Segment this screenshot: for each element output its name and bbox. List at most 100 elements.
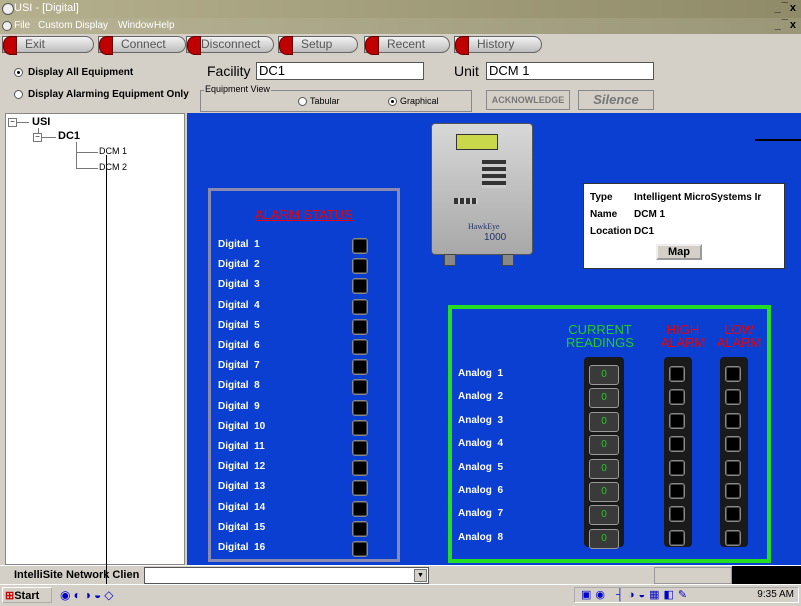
display-alarming-label: Display Alarming Equipment Only xyxy=(28,89,189,100)
setup-button[interactable]: Setup xyxy=(278,36,358,55)
digital-label: Digital 5 xyxy=(218,319,260,331)
low-alarm-indicator xyxy=(725,459,741,476)
analog-label: Analog 1 xyxy=(458,368,504,379)
tree-unit-dcm2[interactable]: DCM 2 xyxy=(99,162,127,172)
collapse-icon[interactable]: − xyxy=(8,118,17,127)
history-button[interactable]: History xyxy=(454,36,542,55)
digital-alarm-indicator xyxy=(352,460,368,477)
display-all-radio[interactable] xyxy=(14,68,23,77)
digital-alarm-indicator xyxy=(352,480,368,497)
digital-label: Digital 10 xyxy=(218,420,266,432)
hawkeye-device-image: HawkEye 1000 xyxy=(431,123,533,266)
current-reading-value: 0 xyxy=(589,365,619,385)
digital-alarm-indicator xyxy=(352,359,368,376)
window-title: USI - [Digital] xyxy=(14,2,79,14)
acknowledge-button[interactable]: ACKNOWLEDGE xyxy=(486,90,570,110)
digital-label: Digital 16 xyxy=(218,542,266,553)
mdi-window-controls[interactable]: _ ̅ x xyxy=(775,19,797,31)
analog-label: Analog 8 xyxy=(458,531,504,543)
current-readings-header: CURRENT READINGS xyxy=(566,322,634,350)
facility-field[interactable]: DC1 xyxy=(256,62,424,80)
analog-label: Analog 5 xyxy=(458,461,504,473)
app-icon[interactable] xyxy=(2,3,14,15)
digital-label: Digital 8 xyxy=(218,380,260,392)
current-reading-value: 0 xyxy=(589,458,619,479)
silence-button[interactable]: Silence xyxy=(578,90,654,110)
menu-window[interactable]: Window xyxy=(118,20,154,31)
text-cursor xyxy=(106,155,107,605)
high-alarm-indicator xyxy=(669,506,685,523)
device-foot xyxy=(502,254,514,266)
system-tray: ▣◉ ┤◑◒▦◧✎ 9:35 AM xyxy=(574,587,799,603)
alarm-status-panel: ALARM STATUS Digital 1 Digital 2 Digital 3… xyxy=(208,188,400,562)
high-alarm-indicator xyxy=(669,459,685,476)
tree-unit-dcm1[interactable]: DCM 1 xyxy=(99,146,127,156)
digital-alarm-indicator xyxy=(352,440,368,456)
taskbar: ⊞Start ◉◐◑◒◇ ▣◉ ┤◑◒▦◧✎ 9:35 AM xyxy=(0,584,801,606)
digital-alarm-indicator xyxy=(352,318,368,335)
device-foot xyxy=(444,254,456,266)
low-alarm-indicator xyxy=(725,366,741,382)
status-pane xyxy=(654,567,732,584)
connect-button-label: Connect xyxy=(121,37,166,51)
equipment-view-label: Equipment View xyxy=(204,84,271,94)
tree-site[interactable]: DC1 xyxy=(58,130,80,142)
current-reading-value: 0 xyxy=(589,388,619,409)
disconnect-button-label: Disconnect xyxy=(201,37,261,51)
unit-field[interactable]: DCM 1 xyxy=(486,62,654,80)
display-alarming-radio[interactable] xyxy=(14,90,23,99)
connect-button[interactable]: Connect xyxy=(98,36,186,55)
equipment-tree: − USI − DC1 DCM 1 DCM 2 xyxy=(5,113,185,565)
unit-label: Unit xyxy=(454,63,479,79)
digital-label: Digital 4 xyxy=(218,299,260,311)
equipment-panel: HawkEye 1000 Type Intelligent MicroSyste… xyxy=(187,113,801,565)
high-alarm-indicator xyxy=(669,389,685,406)
recent-button[interactable]: Recent xyxy=(364,36,450,55)
tabular-label: Tabular xyxy=(310,96,340,106)
start-label: Start xyxy=(14,590,40,602)
start-button[interactable]: ⊞Start xyxy=(2,587,52,603)
document-icon[interactable] xyxy=(2,21,12,31)
menu-file[interactable]: File xyxy=(14,20,30,31)
low-alarm-indicator xyxy=(725,412,741,429)
graphical-radio[interactable] xyxy=(388,97,397,106)
analog-label: Analog 6 xyxy=(458,485,504,496)
device-display xyxy=(456,134,498,150)
tray-icons[interactable]: ▣◉ ┤◑◒▦◧✎ xyxy=(581,588,691,601)
digital-alarm-indicator xyxy=(352,541,368,557)
graphical-label: Graphical xyxy=(400,96,439,106)
digital-alarm-indicator xyxy=(352,238,368,254)
device-model: 1000 xyxy=(484,232,507,243)
low-alarm-indicator xyxy=(725,506,741,523)
tabular-radio[interactable] xyxy=(298,97,307,106)
quicklaunch-icons[interactable]: ◉◐◑◒◇ xyxy=(60,588,116,602)
facility-label: Facility xyxy=(207,63,251,79)
analog-label: Analog 2 xyxy=(458,391,504,403)
map-button[interactable]: Map xyxy=(656,244,702,260)
high-alarm-indicator xyxy=(669,529,685,546)
low-alarm-header: LOW ALARM xyxy=(716,322,762,350)
status-bar: IntelliSite Network Clien ▼ xyxy=(0,565,801,585)
high-alarm-header: HIGH ALARM xyxy=(660,322,706,350)
disconnect-button[interactable]: Disconnect xyxy=(186,36,274,55)
digital-alarm-indicator xyxy=(352,520,368,537)
high-alarm-indicator xyxy=(669,412,685,429)
exit-button[interactable]: Exit xyxy=(2,36,94,55)
status-dropdown[interactable]: ▼ xyxy=(144,567,429,584)
type-label: Type xyxy=(590,192,613,203)
digital-label: Digital 9 xyxy=(218,400,260,412)
digital-label: Digital 3 xyxy=(218,279,260,291)
collapse-icon[interactable]: − xyxy=(33,133,42,142)
chevron-down-icon[interactable]: ▼ xyxy=(414,569,427,582)
recent-button-label: Recent xyxy=(387,37,426,51)
name-value: DCM 1 xyxy=(634,209,666,220)
digital-alarm-indicator xyxy=(352,379,368,396)
menu-bar: File Custom Display Window Help _ ̅ x xyxy=(0,18,801,34)
menu-custom-display[interactable]: Custom Display xyxy=(38,20,108,31)
window-controls[interactable]: _ ̅ x xyxy=(775,2,797,14)
current-reading-value: 0 xyxy=(589,411,619,432)
menu-help[interactable]: Help xyxy=(154,20,175,31)
current-reading-value: 0 xyxy=(589,505,619,526)
tree-root[interactable]: USI xyxy=(32,116,50,128)
device-brand: HawkEye xyxy=(468,222,500,231)
